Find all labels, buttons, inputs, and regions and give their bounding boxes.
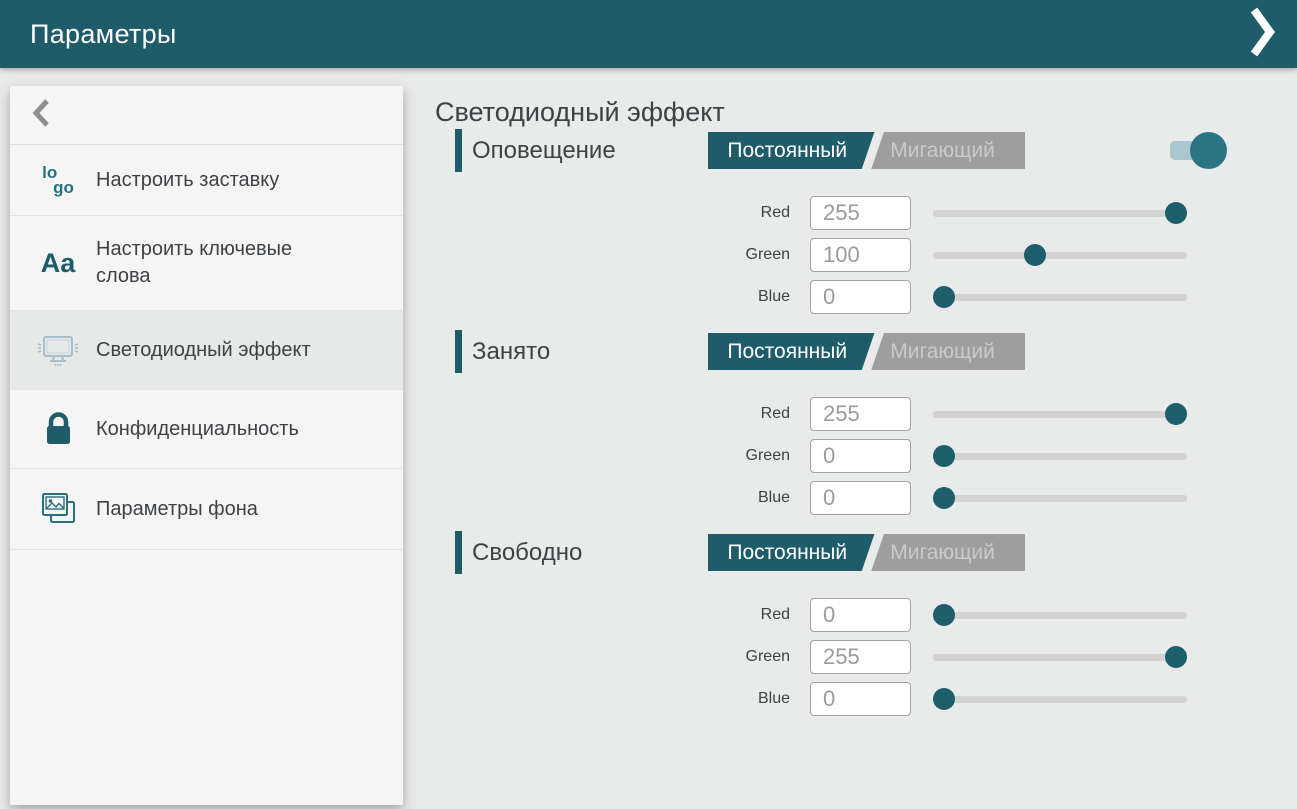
- slider-thumb[interactable]: [933, 445, 955, 467]
- mode-constant-button[interactable]: Постоянный: [708, 132, 867, 169]
- blue-label: Blue: [435, 489, 810, 507]
- red-slider[interactable]: [933, 202, 1187, 224]
- color-row-red: Red: [435, 594, 1297, 636]
- green-label: Green: [435, 246, 810, 264]
- mode-blinking-button[interactable]: Мигающий: [873, 534, 1012, 571]
- red-slider[interactable]: [933, 604, 1187, 626]
- chevron-right-icon: [1249, 6, 1275, 63]
- green-slider[interactable]: [933, 445, 1187, 467]
- green-label: Green: [435, 447, 810, 465]
- sidebar-item-led-effect[interactable]: Светодиодный эффект: [10, 311, 403, 390]
- green-value-input[interactable]: [810, 439, 911, 473]
- green-slider[interactable]: [933, 646, 1187, 668]
- color-row-blue: Blue: [435, 678, 1297, 720]
- blue-value-input[interactable]: [810, 481, 911, 515]
- slider-track[interactable]: [933, 411, 1187, 418]
- mode-constant-button[interactable]: Постоянный: [708, 534, 867, 571]
- red-value-input[interactable]: [810, 598, 911, 632]
- sidebar-item-keywords[interactable]: Aa Настроить ключевые слова: [10, 216, 403, 311]
- blue-value-input[interactable]: [810, 280, 911, 314]
- color-row-green: Green: [435, 636, 1297, 678]
- section-label: Свободно: [472, 539, 582, 567]
- sidebar-item-label: Параметры фона: [96, 496, 346, 523]
- blue-value-input[interactable]: [810, 682, 911, 716]
- sidebar-item-label: Светодиодный эффект: [96, 337, 346, 364]
- monitor-icon: [34, 331, 82, 369]
- blue-slider[interactable]: [933, 688, 1187, 710]
- sidebar-item-screensaver[interactable]: logo Настроить заставку: [10, 145, 403, 216]
- mode-constant-button[interactable]: Постоянный: [708, 333, 867, 370]
- section-label: Оповещение: [472, 137, 616, 165]
- mode-toggle: Постоянный Мигающий: [708, 132, 1025, 169]
- blue-slider[interactable]: [933, 487, 1187, 509]
- green-label: Green: [435, 648, 810, 666]
- sidebar-item-background[interactable]: Параметры фона: [10, 469, 403, 550]
- app-header: Параметры: [0, 0, 1297, 68]
- settings-window: Параметры logo Настроить заставку: [0, 0, 1297, 809]
- enable-switch[interactable]: [1170, 132, 1227, 169]
- led-effect-panel: Светодиодный эффект Оповещение Постоянны…: [435, 95, 1297, 732]
- slider-track[interactable]: [933, 453, 1187, 460]
- settings-sidebar: logo Настроить заставку Aa Настроить клю…: [10, 86, 403, 805]
- collapse-panel-button[interactable]: [1229, 6, 1275, 62]
- slider-track[interactable]: [933, 252, 1187, 259]
- slider-track[interactable]: [933, 654, 1187, 661]
- sidebar-item-label: Настроить заставку: [96, 167, 346, 194]
- mode-toggle: Постоянный Мигающий: [708, 333, 1025, 370]
- section-accent-bar: [455, 531, 462, 574]
- slider-thumb[interactable]: [933, 286, 955, 308]
- lock-icon: [34, 410, 82, 448]
- mode-toggle: Постоянный Мигающий: [708, 534, 1025, 571]
- color-row-green: Green: [435, 234, 1297, 276]
- slider-track[interactable]: [933, 612, 1187, 619]
- section-accent-bar: [455, 330, 462, 373]
- color-row-blue: Blue: [435, 276, 1297, 318]
- chevron-left-icon: [32, 98, 50, 133]
- slider-thumb[interactable]: [933, 487, 955, 509]
- slider-thumb[interactable]: [1165, 202, 1187, 224]
- slider-track[interactable]: [933, 294, 1187, 301]
- green-value-input[interactable]: [810, 238, 911, 272]
- blue-label: Blue: [435, 690, 810, 708]
- red-slider[interactable]: [933, 403, 1187, 425]
- red-label: Red: [435, 405, 810, 423]
- section-accent-bar: [455, 129, 462, 172]
- color-row-red: Red: [435, 393, 1297, 435]
- sidebar-item-label: Настроить ключевые слова: [96, 236, 346, 290]
- slider-track[interactable]: [933, 210, 1187, 217]
- red-value-input[interactable]: [810, 196, 911, 230]
- blue-label: Blue: [435, 288, 810, 306]
- slider-track[interactable]: [933, 696, 1187, 703]
- slider-track[interactable]: [933, 495, 1187, 502]
- color-row-green: Green: [435, 435, 1297, 477]
- slider-thumb[interactable]: [933, 604, 955, 626]
- images-icon: [34, 489, 82, 529]
- slider-thumb[interactable]: [933, 688, 955, 710]
- page-title: Светодиодный эффект: [435, 95, 1297, 129]
- red-value-input[interactable]: [810, 397, 911, 431]
- app-title: Параметры: [30, 19, 1229, 50]
- switch-thumb: [1190, 132, 1227, 169]
- blue-slider[interactable]: [933, 286, 1187, 308]
- logo-icon: logo: [34, 165, 82, 195]
- slider-thumb[interactable]: [1165, 646, 1187, 668]
- mode-blinking-button[interactable]: Мигающий: [873, 333, 1012, 370]
- aa-icon: Aa: [34, 248, 82, 278]
- red-label: Red: [435, 606, 810, 624]
- section-notification: Оповещение Постоянный Мигающий Red: [435, 129, 1297, 318]
- red-label: Red: [435, 204, 810, 222]
- slider-thumb[interactable]: [1165, 403, 1187, 425]
- sidebar-item-label: Конфиденциальность: [96, 416, 346, 443]
- mode-blinking-button[interactable]: Мигающий: [873, 132, 1012, 169]
- color-row-blue: Blue: [435, 477, 1297, 519]
- section-label: Занято: [472, 338, 550, 366]
- green-slider[interactable]: [933, 244, 1187, 266]
- color-row-red: Red: [435, 192, 1297, 234]
- slider-thumb[interactable]: [1024, 244, 1046, 266]
- section-free: Свободно Постоянный Мигающий Red: [435, 531, 1297, 720]
- sidebar-item-privacy[interactable]: Конфиденциальность: [10, 390, 403, 469]
- sidebar-back-button[interactable]: [10, 86, 403, 145]
- green-value-input[interactable]: [810, 640, 911, 674]
- section-busy: Занято Постоянный Мигающий Red: [435, 330, 1297, 519]
